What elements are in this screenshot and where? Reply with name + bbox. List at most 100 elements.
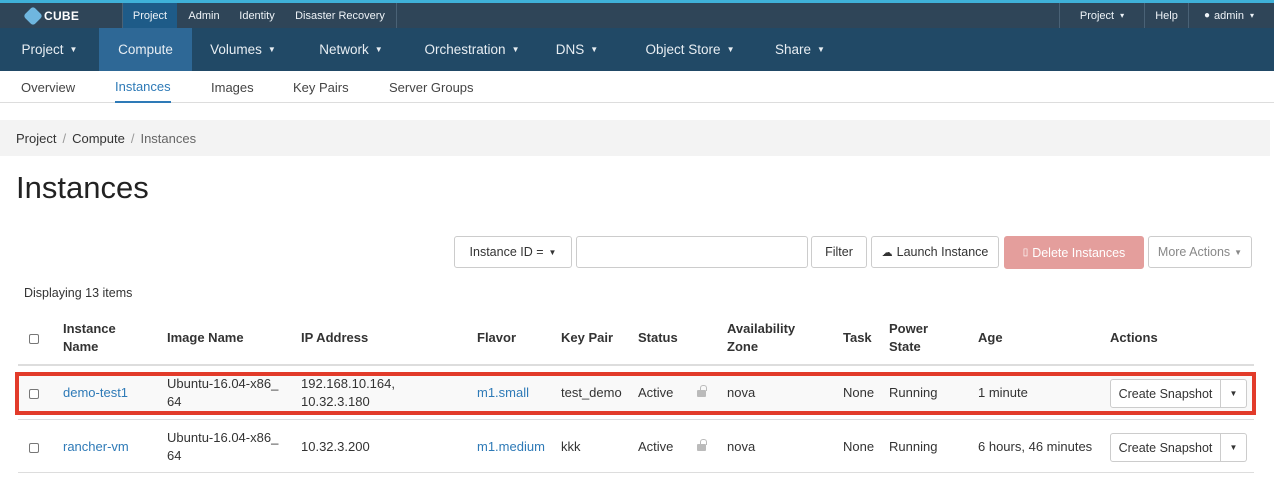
filter-field-select[interactable]: Instance ID = ▼ [454, 236, 572, 268]
subnav-key-pairs[interactable]: Key Pairs [293, 71, 349, 103]
cloud-upload-icon: ☁ [881, 246, 893, 259]
availability-zone-cell: nova [727, 439, 756, 454]
delete-instances-button[interactable]: ▯ Delete Instances [1004, 236, 1144, 269]
col-az-line1: Availability [727, 321, 796, 336]
col-power-state[interactable]: Power State [889, 320, 928, 356]
display-count: Displaying 13 items [24, 286, 133, 300]
nav-volumes[interactable]: Volumes ▼ [194, 28, 292, 71]
delete-instances-label: Delete Instances [1032, 245, 1126, 260]
col-instance-name[interactable]: Instance Name [63, 320, 116, 356]
tab-identity[interactable]: Identity [231, 3, 283, 28]
nav-network[interactable]: Network ▼ [302, 28, 400, 71]
user-name: admin [1214, 9, 1244, 22]
image-name-cell: Ubuntu-16.04-x86_ 64 [167, 429, 278, 465]
col-age[interactable]: Age [978, 329, 1003, 347]
caret-down-icon: ▼ [548, 247, 557, 257]
more-actions-label: More Actions [1157, 245, 1231, 259]
help-link[interactable]: Help [1145, 3, 1188, 28]
row-divider [18, 472, 1254, 473]
row-checkbox[interactable] [29, 443, 39, 453]
col-task[interactable]: Task [843, 329, 872, 347]
create-snapshot-button[interactable]: Create Snapshot [1110, 433, 1221, 462]
chevron-down-icon: ▼ [374, 45, 383, 54]
caret-down-icon: ▼ [1229, 443, 1238, 452]
filter-field-label: Instance ID = [469, 245, 544, 259]
project-menu-label: Project [1079, 9, 1115, 22]
breadcrumb-project[interactable]: Project [16, 131, 56, 146]
ip-address-cell: 10.32.3.200 [301, 439, 370, 454]
nav-object-store[interactable]: Object Store ▼ [632, 28, 748, 71]
search-input[interactable] [576, 236, 808, 268]
breadcrumb-separator: / [130, 130, 135, 146]
divider [396, 3, 397, 28]
filter-button[interactable]: Filter [811, 236, 867, 268]
subnav-overview[interactable]: Overview [21, 71, 75, 103]
col-instance-name-line1: Instance [63, 321, 116, 336]
user-icon: ● [1203, 10, 1211, 21]
nav-dns[interactable]: DNS ▼ [546, 28, 608, 71]
tab-disaster-recovery[interactable]: Disaster Recovery [284, 3, 396, 28]
subnav-images[interactable]: Images [211, 71, 254, 103]
task-cell: None [843, 439, 875, 454]
col-image-name[interactable]: Image Name [167, 329, 244, 347]
user-menu[interactable]: ● admin ▾ [1189, 3, 1269, 28]
breadcrumb-instances: Instances [140, 130, 197, 146]
chevron-down-icon: ▼ [817, 45, 825, 54]
top-bar: CUBE Project Admin Identity Disaster Rec… [0, 3, 1274, 28]
nav-object-store-label: Object Store [645, 42, 721, 57]
nav-project[interactable]: Project ▼ [0, 28, 99, 71]
row-divider [18, 419, 1254, 420]
highlight-box [15, 372, 1256, 415]
age-cell: 6 hours, 46 minutes [978, 439, 1093, 454]
trash-icon: ▯ [1022, 247, 1029, 258]
instance-name-link[interactable]: rancher-vm [63, 438, 129, 456]
col-status[interactable]: Status [638, 329, 678, 347]
col-availability-zone[interactable]: Availability Zone [727, 320, 795, 356]
table-header-divider [18, 364, 1254, 366]
chevron-down-icon: ▼ [726, 45, 735, 54]
nav-share[interactable]: Share ▼ [762, 28, 838, 71]
image-name-line2: 64 [167, 448, 182, 463]
col-actions: Actions [1110, 330, 1158, 345]
nav-compute[interactable]: Compute [99, 28, 192, 71]
image-name-line1: Ubuntu-16.04-x86_ [167, 430, 279, 445]
nav-share-label: Share [775, 42, 812, 57]
tab-admin[interactable]: Admin [178, 3, 230, 28]
col-ip-address[interactable]: IP Address [301, 329, 368, 347]
unlock-icon [697, 439, 707, 451]
brand-name: CUBE [44, 8, 80, 23]
nav-dns-label: DNS [555, 42, 585, 57]
sub-nav: Overview Instances Images Key Pairs Serv… [0, 71, 1274, 103]
brand-logo[interactable]: CUBE [23, 5, 80, 26]
subnav-instances[interactable]: Instances [115, 71, 171, 103]
row-actions-dropdown[interactable]: ▼ [1221, 433, 1247, 462]
breadcrumb: Project / Compute / Instances [0, 120, 1270, 156]
chevron-down-icon: ▼ [69, 45, 78, 54]
chevron-down-icon: ▼ [267, 45, 276, 54]
col-instance-name-line2: Name [63, 339, 99, 354]
subnav-server-groups[interactable]: Server Groups [389, 71, 474, 103]
col-key-pair[interactable]: Key Pair [561, 329, 613, 347]
main-nav: Project ▼ Compute Volumes ▼ Network ▼ Orche… [0, 28, 1274, 71]
flavor-link[interactable]: m1.medium [477, 438, 545, 456]
project-menu[interactable]: Project ▾ [1060, 3, 1144, 28]
nav-volumes-label: Volumes [210, 42, 262, 57]
nav-project-label: Project [21, 42, 64, 57]
nav-orchestration[interactable]: Orchestration ▼ [412, 28, 532, 71]
col-power-line1: Power [889, 321, 929, 336]
chevron-down-icon: ▼ [590, 45, 599, 54]
select-all-checkbox[interactable] [29, 334, 39, 344]
status-cell: Active [638, 439, 674, 454]
col-flavor[interactable]: Flavor [477, 329, 516, 347]
page-title: Instances [16, 170, 149, 205]
breadcrumb-compute[interactable]: Compute [72, 131, 125, 146]
launch-instance-label: Launch Instance [896, 245, 989, 259]
launch-instance-button[interactable]: ☁ Launch Instance [871, 236, 999, 268]
breadcrumb-separator: / [62, 130, 67, 146]
chevron-down-icon: ▼ [511, 45, 520, 54]
cube-logo-icon [23, 5, 43, 26]
power-state-cell: Running [889, 439, 938, 454]
tab-project[interactable]: Project [123, 3, 177, 28]
more-actions-button[interactable]: More Actions ▼ [1148, 236, 1252, 268]
col-power-line2: State [889, 339, 921, 354]
